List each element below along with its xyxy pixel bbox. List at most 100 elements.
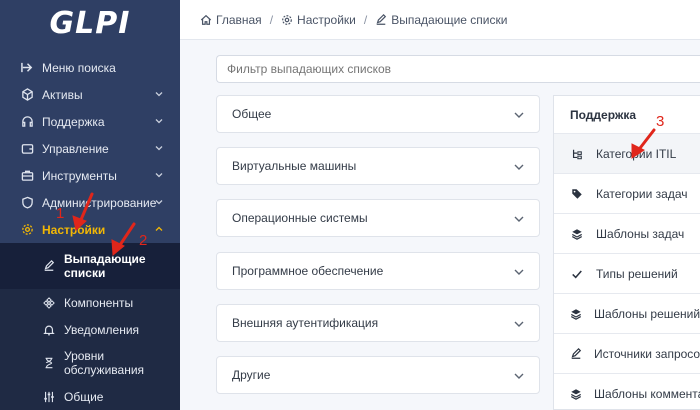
breadcrumb: Главная / Настройки / Выпадающие списки xyxy=(180,0,700,40)
section-label: Программное обеспечение xyxy=(232,264,384,278)
chevron-down-icon xyxy=(514,164,524,170)
briefcase-icon xyxy=(20,169,34,183)
breadcrumb-dropdowns-label: Выпадающие списки xyxy=(391,12,508,27)
support-panel: Поддержка Категории ITIL Категории задач… xyxy=(553,95,700,410)
section-other[interactable]: Другие xyxy=(216,356,540,394)
breadcrumb-separator: / xyxy=(269,12,274,27)
dropdown-filter-input[interactable] xyxy=(216,55,700,83)
chevron-down-icon xyxy=(514,373,524,379)
layers-icon xyxy=(570,227,584,241)
panel-item-label: Шаблоны задач xyxy=(596,226,685,241)
chevron-up-icon xyxy=(155,226,163,231)
sidebar-menu: Меню поиска Активы Поддержка Управление xyxy=(0,54,180,410)
submenu-item-label: Уровни обслуживания xyxy=(64,349,144,377)
submenu-item-dropdowns[interactable]: Выпадающие списки xyxy=(0,243,180,289)
home-icon xyxy=(200,14,212,26)
sidebar-item-support[interactable]: Поддержка xyxy=(0,108,180,135)
section-general[interactable]: Общее xyxy=(216,95,540,133)
layers-icon xyxy=(570,307,582,321)
submenu-item-label: Уведомления xyxy=(64,322,140,337)
check-icon xyxy=(570,267,584,281)
panel-title: Поддержка xyxy=(554,96,700,134)
sidebar-item-management[interactable]: Управление xyxy=(0,135,180,162)
submenu-item-general[interactable]: Общие xyxy=(0,383,180,410)
sidebar-item-administration[interactable]: Администрирование xyxy=(0,189,180,216)
chevron-down-icon xyxy=(514,321,524,327)
chevron-down-icon xyxy=(514,112,524,118)
breadcrumb-separator: / xyxy=(363,12,368,27)
edit-icon xyxy=(375,13,387,26)
panel-item-task-templates[interactable]: Шаблоны задач xyxy=(554,214,700,254)
section-label: Общее xyxy=(232,107,272,121)
label-line-2: обслуживания xyxy=(64,363,145,377)
section-label: Операционные системы xyxy=(232,211,368,225)
breadcrumb-settings[interactable]: Настройки xyxy=(281,13,356,27)
sidebar-item-label: Управление xyxy=(42,141,109,156)
panel-item-solution-templates[interactable]: Шаблоны решений xyxy=(554,294,700,334)
chevron-down-icon xyxy=(155,173,163,178)
section-label: Виртуальные машины xyxy=(232,159,357,173)
breadcrumb-home-label: Главная xyxy=(216,12,262,27)
tree-icon xyxy=(570,147,584,161)
panel-item-label: Источники запросов xyxy=(594,346,700,361)
submenu-item-label: Общие xyxy=(64,389,104,404)
section-label: Другие xyxy=(232,368,271,382)
edit-icon xyxy=(570,347,582,361)
sliders-icon xyxy=(42,390,56,404)
sidebar-item-search-menu[interactable]: Меню поиска xyxy=(0,54,180,81)
sidebar-item-label: Меню поиска xyxy=(42,60,116,75)
panel-item-request-sources[interactable]: Источники запросов xyxy=(554,334,700,374)
layers-icon xyxy=(570,387,582,401)
panel-item-label: Категории ITIL xyxy=(596,146,677,161)
sidebar-item-label: Активы xyxy=(42,87,83,102)
gear-icon xyxy=(281,14,293,26)
label-line-1: Уровни xyxy=(64,349,105,363)
section-label: Внешняя аутентификация xyxy=(232,316,379,330)
panel-item-itil-categories[interactable]: Категории ITIL xyxy=(554,134,700,174)
search-menu-icon xyxy=(20,61,34,75)
panel-item-label: Шаблоны решений xyxy=(594,306,700,321)
sidebar-item-assets[interactable]: Активы xyxy=(0,81,180,108)
bell-icon xyxy=(42,323,56,337)
panel-item-task-categories[interactable]: Категории задач xyxy=(554,174,700,214)
panel-item-label: Категории задач xyxy=(596,186,688,201)
annotation-label-1: 1 xyxy=(56,205,65,222)
breadcrumb-dropdowns[interactable]: Выпадающие списки xyxy=(375,13,507,27)
headset-icon xyxy=(20,115,34,129)
annotation-label-2: 2 xyxy=(139,232,148,249)
section-virtual-machines[interactable]: Виртуальные машины xyxy=(216,147,540,185)
sidebar-item-label: Инструменты xyxy=(42,168,117,183)
panel-item-solution-types[interactable]: Типы решений xyxy=(554,254,700,294)
wallet-icon xyxy=(20,142,34,156)
submenu-item-notifications[interactable]: Уведомления xyxy=(0,316,180,343)
label-line-2: списки xyxy=(64,266,106,280)
breadcrumb-home[interactable]: Главная xyxy=(200,13,262,27)
sidebar-item-settings[interactable]: Настройки xyxy=(0,216,180,243)
panel-item-label: Типы решений xyxy=(596,266,678,281)
submenu-item-service-levels[interactable]: Уровни обслуживания xyxy=(0,343,180,383)
sidebar-item-tools[interactable]: Инструменты xyxy=(0,162,180,189)
logo-text: GLPI xyxy=(49,5,131,41)
settings-submenu: Выпадающие списки Компоненты Уведомления … xyxy=(0,243,180,410)
assets-icon xyxy=(20,88,34,102)
submenu-item-components[interactable]: Компоненты xyxy=(0,289,180,316)
section-operating-systems[interactable]: Операционные системы xyxy=(216,199,540,237)
annotation-label-3: 3 xyxy=(656,113,665,130)
gear-icon xyxy=(20,223,34,237)
breadcrumb-settings-label: Настройки xyxy=(297,12,356,27)
logo[interactable]: GLPI xyxy=(0,0,180,46)
panel-item-comment-templates[interactable]: Шаблоны комментариев xyxy=(554,374,700,410)
components-icon xyxy=(42,296,56,310)
tag-icon xyxy=(570,187,584,201)
chevron-down-icon xyxy=(155,92,163,97)
sidebar: GLPI Меню поиска Активы Поддержка Управл… xyxy=(0,0,180,410)
hourglass-icon xyxy=(42,356,56,370)
chevron-down-icon xyxy=(155,119,163,124)
edit-icon xyxy=(42,259,56,273)
submenu-item-label: Компоненты xyxy=(64,295,134,310)
panel-item-label: Шаблоны комментариев xyxy=(594,386,700,401)
submenu-item-label: Выпадающие списки xyxy=(64,252,146,280)
chevron-down-icon xyxy=(514,216,524,222)
section-external-auth[interactable]: Внешняя аутентификация xyxy=(216,304,540,342)
section-software[interactable]: Программное обеспечение xyxy=(216,252,540,290)
